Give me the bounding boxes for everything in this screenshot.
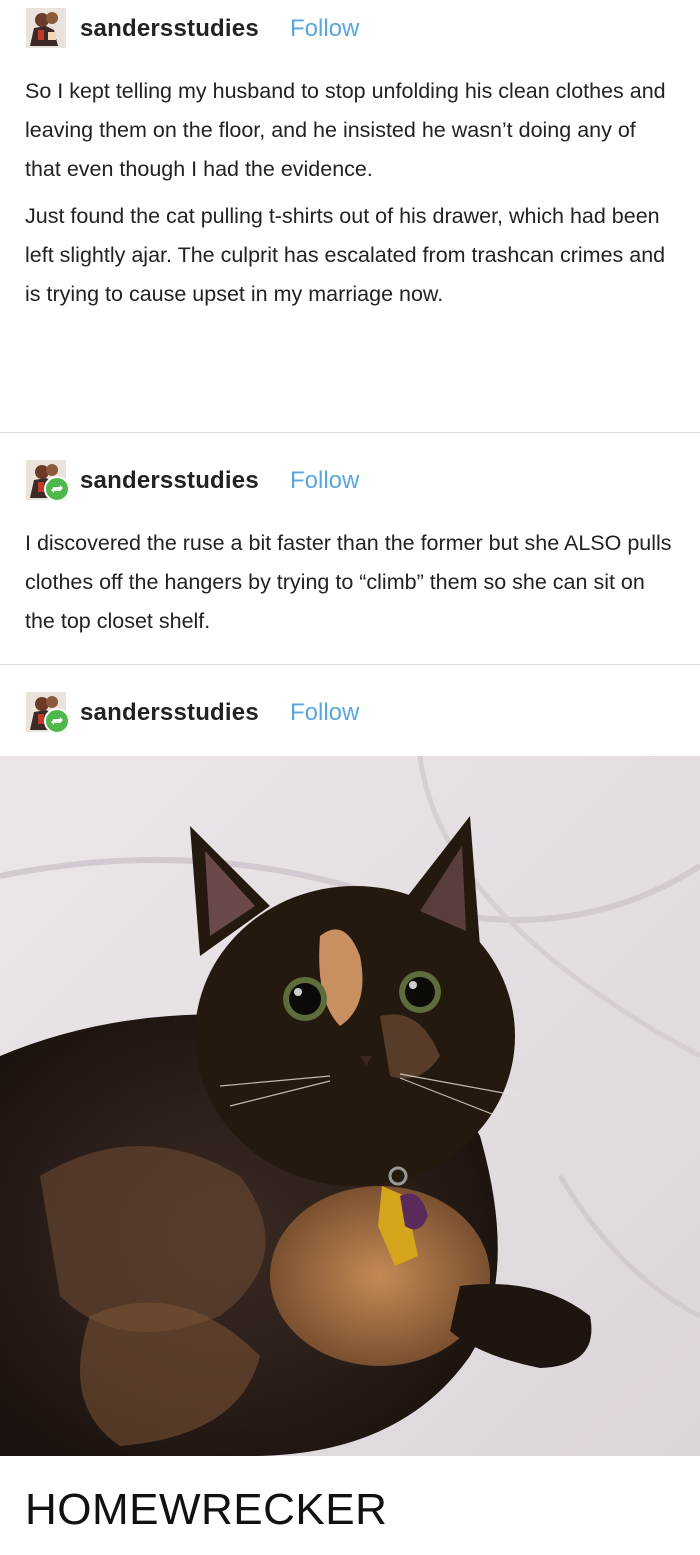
- username[interactable]: sandersstudies: [80, 15, 259, 43]
- reblog-icon: [44, 708, 70, 734]
- follow-button[interactable]: Follow: [290, 467, 359, 495]
- post-3: sandersstudies Follow: [0, 684, 700, 754]
- follow-button[interactable]: Follow: [290, 699, 359, 727]
- caption: HOMEWRECKER: [25, 1485, 388, 1534]
- post-1: sandersstudies Follow So I kept telling …: [0, 0, 700, 431]
- post-paragraph: Just found the cat pulling t-shirts out …: [25, 204, 666, 306]
- post-paragraph: So I kept telling my husband to stop unf…: [25, 79, 666, 181]
- divider: [0, 664, 700, 665]
- post-body: I discovered the ruse a bit faster than …: [0, 524, 700, 641]
- follow-button[interactable]: Follow: [290, 15, 359, 43]
- cat-photo: [0, 756, 700, 1456]
- post-paragraph: I discovered the ruse a bit faster than …: [25, 531, 672, 633]
- post-body: So I kept telling my husband to stop unf…: [0, 72, 700, 314]
- divider: [0, 432, 700, 433]
- username[interactable]: sandersstudies: [80, 699, 259, 727]
- avatar[interactable]: [24, 6, 68, 50]
- post-header: sandersstudies Follow: [0, 452, 700, 510]
- post-2: sandersstudies Follow I discovered the r…: [0, 452, 700, 662]
- username[interactable]: sandersstudies: [80, 467, 259, 495]
- post-header: sandersstudies Follow: [0, 0, 700, 58]
- reblog-icon: [44, 476, 70, 502]
- post-header: sandersstudies Follow: [0, 684, 700, 742]
